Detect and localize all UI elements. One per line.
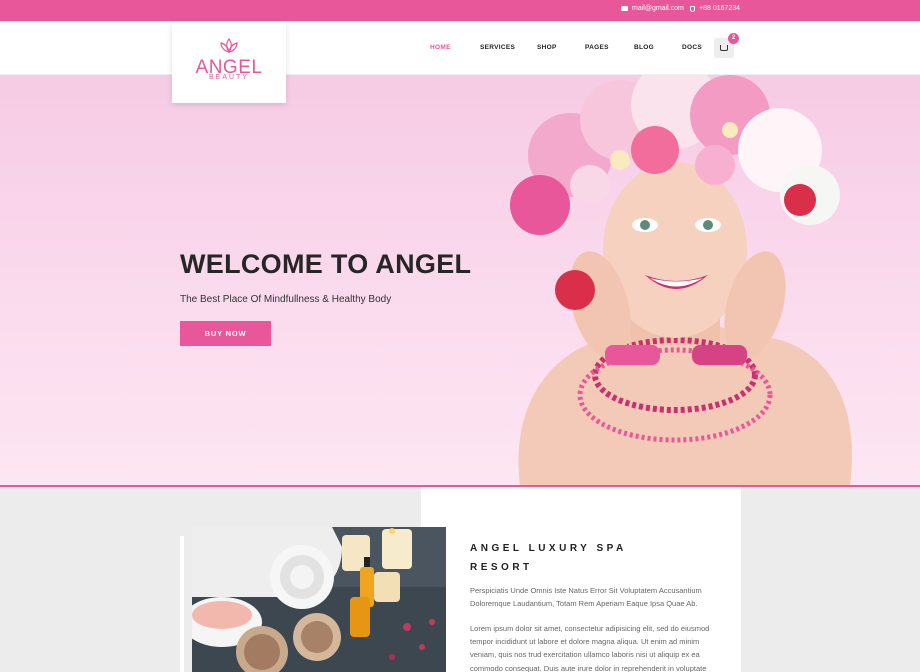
phone-text[interactable]: +88 0167234	[699, 5, 740, 12]
envelope-icon	[621, 6, 628, 11]
nav-docs[interactable]: DOCS	[682, 44, 702, 51]
about-intro: Perspiciatis Unde Omnis Iste Natus Error…	[470, 586, 702, 608]
hero-section: WELCOME TO ANGEL The Best Place Of Mindf…	[0, 75, 920, 485]
phone-icon	[690, 5, 695, 12]
about-section: ANGEL LUXURY SPA RESORT Perspiciatis Und…	[0, 487, 920, 672]
logo[interactable]: ANGEL BEAUTY	[172, 21, 286, 103]
basket-icon	[720, 45, 728, 51]
hero-model-image	[510, 75, 852, 485]
site-header: ANGEL BEAUTY HOME SERVICES SHOP PAGES BL…	[0, 21, 920, 103]
cart-count-badge: 2	[728, 33, 739, 44]
top-bar: mail@gmail.com +88 0167234	[0, 0, 920, 21]
hero-title: WELCOME TO ANGEL	[180, 249, 472, 279]
email-contact[interactable]: mail@gmail.com	[621, 5, 684, 12]
nav-home[interactable]: HOME	[430, 44, 451, 51]
spa-photo	[192, 527, 446, 672]
cart-button[interactable]: 2	[714, 33, 739, 58]
logo-tagline: BEAUTY	[208, 74, 249, 81]
lotus-icon	[220, 38, 238, 54]
email-text[interactable]: mail@gmail.com	[632, 5, 684, 12]
phone-contact[interactable]: +88 0167234	[690, 5, 740, 12]
buy-now-button[interactable]: BUY NOW	[180, 321, 271, 346]
nav-blog[interactable]: BLOG	[634, 44, 654, 51]
hero-subtitle: The Best Place Of Mindfullness & Healthy…	[180, 294, 392, 305]
nav-shop[interactable]: SHOP	[537, 44, 557, 51]
photo-frame	[180, 536, 184, 672]
nav-pages[interactable]: PAGES	[585, 44, 609, 51]
about-heading: ANGEL LUXURY SPA RESORT	[470, 543, 627, 573]
nav-services[interactable]: SERVICES	[480, 44, 515, 51]
about-body: Lorem ipsum dolor sit amet, consectetur …	[470, 624, 710, 672]
